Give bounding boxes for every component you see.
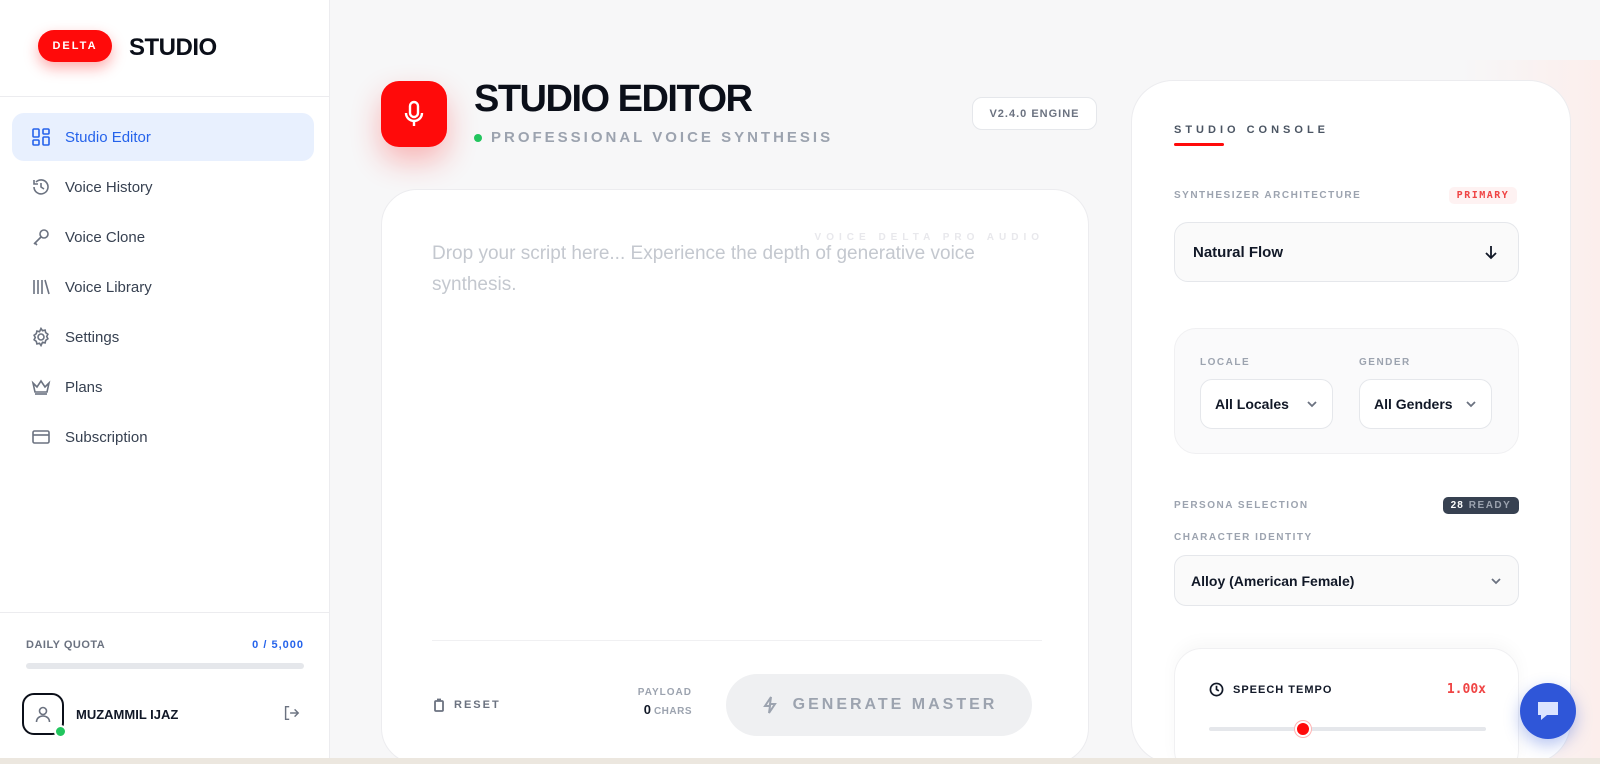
sidebar-item-label: Voice History — [65, 178, 153, 196]
gender-select[interactable]: All Genders — [1359, 379, 1492, 429]
sidebar-item-label: Settings — [65, 328, 120, 346]
voice-filter-box: LOCALE All Locales GENDER All Genders — [1174, 328, 1519, 454]
tempo-value: 1.00x — [1446, 682, 1486, 697]
reset-label: RESET — [454, 699, 501, 711]
payload-value-row: 0 CHARS — [632, 702, 692, 717]
character-select[interactable]: Alloy (American Female) — [1174, 555, 1519, 606]
persona-label: PERSONA SELECTION — [1174, 500, 1309, 511]
sidebar-item-label: Voice Library — [65, 278, 152, 296]
locale-value: All Locales — [1215, 396, 1289, 412]
sidebar-item-label: Studio Editor — [65, 128, 151, 146]
console-title-underline — [1174, 143, 1224, 146]
payload-unit: CHARS — [653, 706, 692, 717]
subtitle-text: PROFESSIONAL VOICE SYNTHESIS — [491, 129, 834, 146]
dashboard-icon — [30, 126, 52, 148]
sidebar-item-voice-clone[interactable]: Voice Clone — [12, 213, 314, 261]
generate-label: GENERATE MASTER — [792, 696, 998, 713]
page-title: STUDIO EDITOR — [474, 78, 753, 120]
console-title: STUDIO CONSOLE — [1174, 124, 1330, 136]
clock-icon — [1209, 682, 1224, 697]
quota-row: DAILY QUOTA 0 / 5,000 — [26, 639, 304, 651]
persona-count: 28 — [1450, 500, 1464, 511]
locale-label: LOCALE — [1200, 357, 1251, 368]
sidebar-item-label: Voice Clone — [65, 228, 146, 246]
bottom-strip — [0, 758, 1600, 764]
user-name: MUZAMMIL IJAZ — [76, 706, 179, 722]
primary-badge: PRIMARY — [1449, 187, 1517, 204]
engine-version-badge: V2.4.0 ENGINE — [972, 97, 1097, 130]
avatar[interactable] — [22, 693, 67, 738]
persona-count-badge: 28 READY — [1443, 497, 1519, 514]
speech-tempo-card: SPEECH TEMPO 1.00x — [1174, 648, 1519, 764]
sidebar-item-voice-library[interactable]: Voice Library — [12, 263, 314, 311]
architecture-select[interactable]: Natural Flow — [1174, 222, 1519, 282]
architecture-label: SYNTHESIZER ARCHITECTURE — [1174, 190, 1362, 201]
arrow-down-icon — [1485, 246, 1497, 260]
user-profile: MUZAMMIL IJAZ — [22, 693, 302, 738]
online-status-dot — [54, 725, 67, 738]
quota-value: 0 / 5,000 — [252, 639, 304, 651]
chevron-down-icon — [1491, 577, 1501, 584]
locale-select[interactable]: All Locales — [1200, 379, 1333, 429]
credit-card-icon — [30, 426, 52, 448]
main-area: STUDIO EDITOR PROFESSIONAL VOICE SYNTHES… — [331, 0, 1600, 764]
character-value: Alloy (American Female) — [1191, 572, 1355, 589]
chat-icon — [1538, 702, 1558, 720]
history-icon — [30, 176, 52, 198]
sidebar-item-subscription[interactable]: Subscription — [12, 413, 314, 461]
character-label: CHARACTER IDENTITY — [1174, 532, 1313, 543]
tempo-label: SPEECH TEMPO — [1233, 683, 1333, 696]
sidebar-nav: Studio Editor Voice History Voice Clone … — [12, 113, 314, 463]
page-subtitle: PROFESSIONAL VOICE SYNTHESIS — [474, 129, 833, 146]
studio-console: STUDIO CONSOLE SYNTHESIZER ARCHITECTURE … — [1131, 80, 1571, 764]
payload-counter: PAYLOAD 0 CHARS — [632, 687, 692, 717]
lightning-icon — [762, 696, 777, 714]
microphone-icon — [30, 226, 52, 248]
library-icon — [30, 276, 52, 298]
gear-icon — [30, 326, 52, 348]
generate-master-button[interactable]: GENERATE MASTER — [726, 674, 1032, 736]
sidebar-item-settings[interactable]: Settings — [12, 313, 314, 361]
sidebar: DELTA STUDIO Studio Editor Voice History… — [0, 0, 330, 758]
tempo-title: SPEECH TEMPO — [1209, 682, 1332, 697]
tempo-slider-thumb[interactable] — [1295, 721, 1312, 737]
sidebar-item-label: Plans — [65, 378, 103, 396]
architecture-value: Natural Flow — [1193, 243, 1284, 261]
brand-name: STUDIO — [129, 34, 217, 61]
gender-value: All Genders — [1374, 396, 1453, 412]
daily-quota: DAILY QUOTA 0 / 5,000 — [0, 612, 330, 669]
quota-label: DAILY QUOTA — [26, 639, 106, 651]
gender-label: GENDER — [1359, 357, 1411, 368]
tempo-slider[interactable] — [1209, 721, 1486, 737]
payload-value: 0 — [643, 702, 651, 717]
script-editor-card: VOICE DELTA PRO AUDIO RESET PAYLOAD 0CHA… — [381, 189, 1089, 764]
sidebar-item-plans[interactable]: Plans — [12, 363, 314, 411]
sidebar-item-studio-editor[interactable]: Studio Editor — [12, 113, 314, 161]
brand: DELTA STUDIO — [0, 0, 329, 97]
chat-support-button[interactable] — [1520, 683, 1576, 739]
status-dot — [474, 133, 482, 142]
chevron-down-icon — [1466, 401, 1476, 408]
user-icon — [35, 706, 51, 723]
mic-logo-tile — [381, 81, 447, 147]
crown-icon — [30, 376, 52, 398]
brand-logo-pill[interactable]: DELTA — [38, 30, 112, 62]
microphone-icon — [404, 100, 424, 126]
sidebar-item-voice-history[interactable]: Voice History — [12, 163, 314, 211]
payload-label: PAYLOAD — [637, 687, 692, 698]
script-input[interactable] — [432, 238, 1032, 618]
trash-icon — [434, 698, 444, 712]
editor-divider — [432, 640, 1042, 641]
quota-progress-bar — [26, 663, 304, 669]
persona-ready: READY — [1468, 500, 1512, 511]
reset-button[interactable]: RESET — [432, 698, 501, 712]
logout-icon[interactable] — [282, 704, 302, 724]
sidebar-item-label: Subscription — [65, 428, 148, 446]
chevron-down-icon — [1307, 401, 1317, 408]
